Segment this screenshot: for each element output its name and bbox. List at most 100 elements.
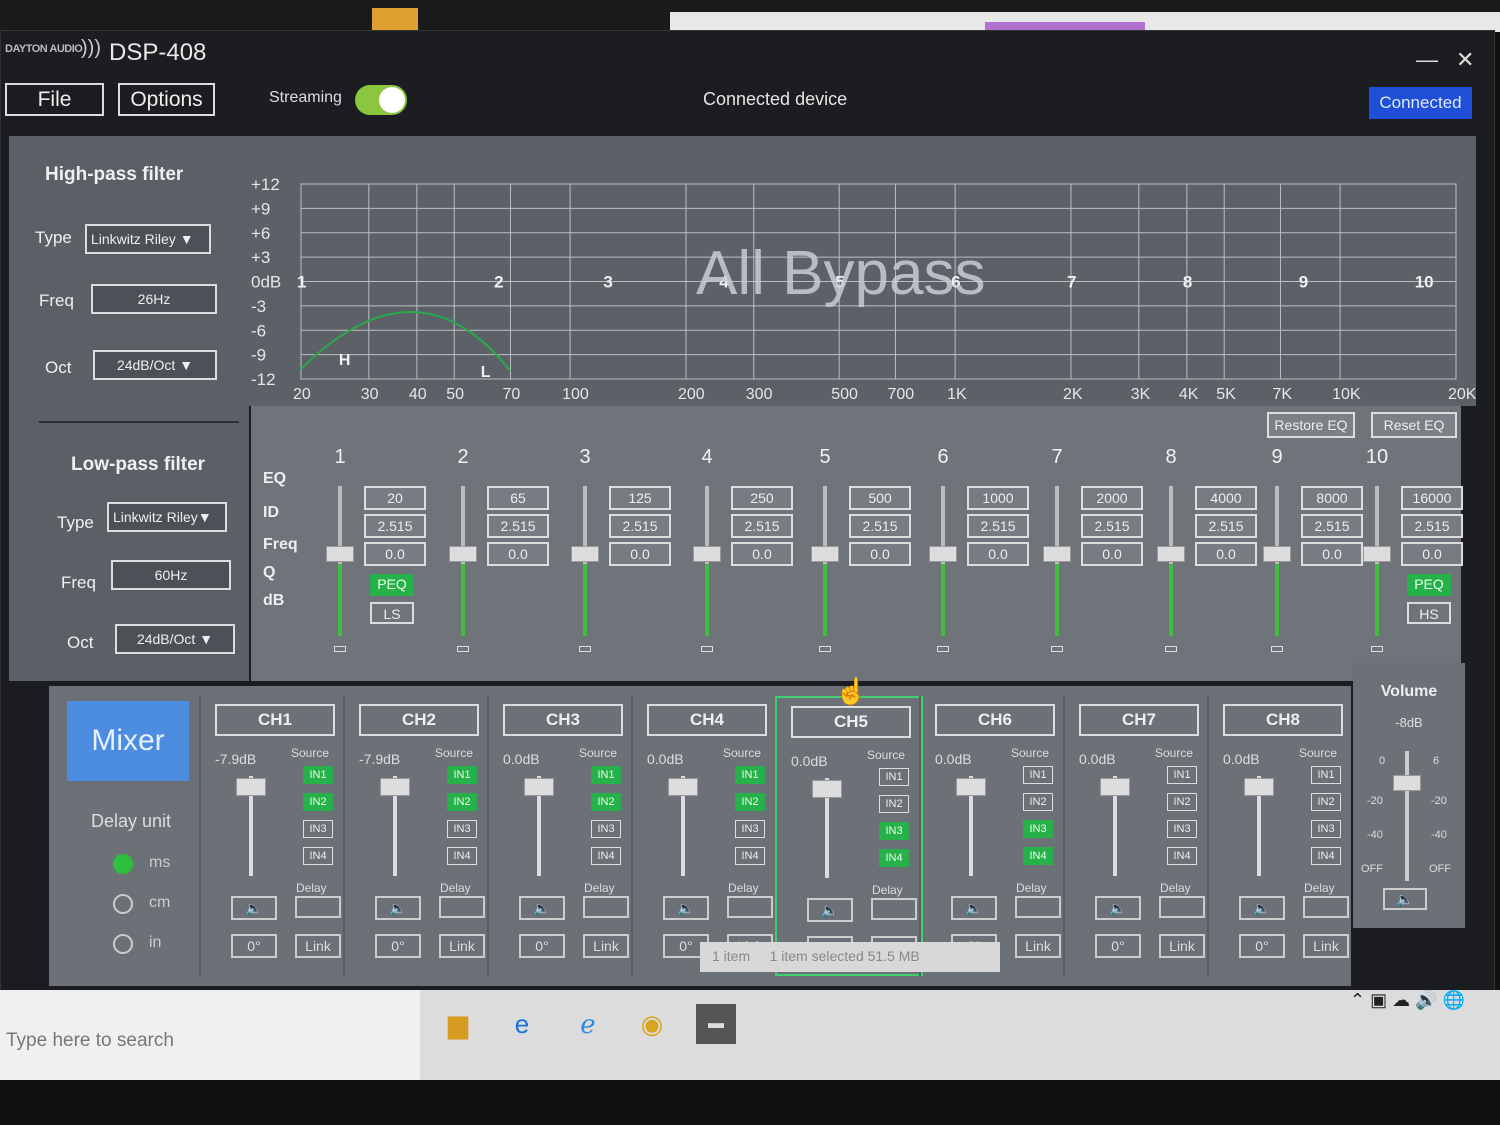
eq-gain-slider-handle[interactable] (1263, 546, 1291, 562)
channel-name[interactable]: CH7 (1079, 704, 1199, 736)
volume-mute-button[interactable]: 🔈 (1383, 888, 1427, 910)
dsp-app-taskbar-icon[interactable]: ▬ (696, 1004, 736, 1044)
channel-name[interactable]: CH4 (647, 704, 767, 736)
eq-gain-slider-handle[interactable] (571, 546, 599, 562)
network-icon[interactable]: ▣ (1370, 990, 1387, 1010)
source-input-toggle[interactable]: IN3 (1311, 820, 1341, 838)
channel-name[interactable]: CH5 (791, 706, 911, 738)
source-input-toggle[interactable]: IN3 (879, 822, 909, 840)
channel-fader-knob[interactable] (668, 778, 698, 796)
eq-shelf-button[interactable]: HS (1407, 602, 1451, 624)
highpass-oct-select[interactable]: 24dB/Oct ▼ (93, 350, 217, 380)
source-input-toggle[interactable]: IN3 (303, 820, 333, 838)
phase-button[interactable]: 0° (231, 934, 277, 958)
eq-db-field[interactable]: 0.0 (1301, 542, 1363, 566)
eq-freq-field[interactable]: 1000 (967, 486, 1029, 510)
delay-field[interactable] (295, 896, 341, 918)
channel-mute-button[interactable]: 🔈 (951, 896, 997, 920)
phase-button[interactable]: 0° (375, 934, 421, 958)
eq-freq-field[interactable]: 65 (487, 486, 549, 510)
eq-band-bypass-toggle[interactable] (701, 646, 713, 652)
eq-gain-slider-handle[interactable] (1157, 546, 1185, 562)
delay-unit-cm-radio[interactable] (113, 894, 133, 914)
eq-gain-slider-handle[interactable] (449, 546, 477, 562)
channel-mute-button[interactable]: 🔈 (231, 896, 277, 920)
channel-fader-knob[interactable] (380, 778, 410, 796)
restore-eq-button[interactable]: Restore EQ (1267, 412, 1355, 438)
eq-band-bypass-toggle[interactable] (819, 646, 831, 652)
eq-freq-field[interactable]: 4000 (1195, 486, 1257, 510)
channel-mute-button[interactable]: 🔈 (519, 896, 565, 920)
lowpass-type-select[interactable]: Linkwitz Riley▼ (107, 502, 227, 532)
connection-status-button[interactable]: Connected (1369, 87, 1472, 119)
delay-field[interactable] (1015, 896, 1061, 918)
eq-gain-slider-handle[interactable] (326, 546, 354, 562)
eq-type-peq-button[interactable]: PEQ (1407, 574, 1451, 596)
delay-field[interactable] (439, 896, 485, 918)
delay-unit-in-radio[interactable] (113, 934, 133, 954)
delay-unit-ms-radio[interactable] (113, 854, 133, 874)
eq-q-field[interactable]: 2.515 (1301, 514, 1363, 538)
source-input-toggle[interactable]: IN1 (1311, 766, 1341, 784)
eq-db-field[interactable]: 0.0 (609, 542, 671, 566)
taskbar-search-box[interactable]: Type here to search (0, 990, 420, 1080)
volume-slider-knob[interactable] (1393, 775, 1421, 791)
eq-band-bypass-toggle[interactable] (937, 646, 949, 652)
eq-freq-field[interactable]: 20 (364, 486, 426, 510)
eq-db-field[interactable]: 0.0 (731, 542, 793, 566)
close-button[interactable]: ✕ (1456, 47, 1474, 73)
source-input-toggle[interactable]: IN1 (1023, 766, 1053, 784)
eq-freq-field[interactable]: 250 (731, 486, 793, 510)
mixer-button[interactable]: Mixer (67, 701, 189, 781)
eq-band-bypass-toggle[interactable] (1271, 646, 1283, 652)
cloud-icon[interactable]: ☁ (1392, 990, 1410, 1010)
source-input-toggle[interactable]: IN2 (591, 793, 621, 811)
volume-icon[interactable]: 🔊 (1415, 990, 1437, 1010)
eq-band-bypass-toggle[interactable] (579, 646, 591, 652)
eq-shelf-button[interactable]: LS (370, 602, 414, 624)
eq-q-field[interactable]: 2.515 (1081, 514, 1143, 538)
channel-mute-button[interactable]: 🔈 (663, 896, 709, 920)
source-input-toggle[interactable]: IN3 (735, 820, 765, 838)
chrome-icon[interactable]: ◉ (632, 1004, 672, 1044)
source-input-toggle[interactable]: IN1 (447, 766, 477, 784)
source-input-toggle[interactable]: IN3 (1023, 820, 1053, 838)
link-button[interactable]: Link (1015, 934, 1061, 958)
eq-freq-field[interactable]: 125 (609, 486, 671, 510)
source-input-toggle[interactable]: IN2 (1167, 793, 1197, 811)
phase-button[interactable]: 0° (519, 934, 565, 958)
channel-mute-button[interactable]: 🔈 (1239, 896, 1285, 920)
source-input-toggle[interactable]: IN4 (447, 847, 477, 865)
source-input-toggle[interactable]: IN4 (1167, 847, 1197, 865)
eq-freq-field[interactable]: 2000 (1081, 486, 1143, 510)
source-input-toggle[interactable]: IN1 (879, 768, 909, 786)
channel-name[interactable]: CH1 (215, 704, 335, 736)
eq-db-field[interactable]: 0.0 (1401, 542, 1463, 566)
link-button[interactable]: Link (295, 934, 341, 958)
file-menu[interactable]: File (5, 83, 104, 116)
source-input-toggle[interactable]: IN2 (1311, 793, 1341, 811)
eq-db-field[interactable]: 0.0 (967, 542, 1029, 566)
source-input-toggle[interactable]: IN4 (879, 849, 909, 867)
source-input-toggle[interactable]: IN2 (1023, 793, 1053, 811)
source-input-toggle[interactable]: IN1 (303, 766, 333, 784)
lowpass-freq-field[interactable]: 60Hz (111, 560, 231, 590)
channel-fader-knob[interactable] (1100, 778, 1130, 796)
delay-field[interactable] (1303, 896, 1349, 918)
eq-q-field[interactable]: 2.515 (364, 514, 426, 538)
volume-slider-track[interactable] (1405, 751, 1409, 881)
channel-fader-knob[interactable] (1244, 778, 1274, 796)
eq-db-field[interactable]: 0.0 (1081, 542, 1143, 566)
eq-gain-slider-handle[interactable] (693, 546, 721, 562)
channel-name[interactable]: CH3 (503, 704, 623, 736)
source-input-toggle[interactable]: IN4 (1023, 847, 1053, 865)
source-input-toggle[interactable]: IN4 (303, 847, 333, 865)
eq-band-bypass-toggle[interactable] (1051, 646, 1063, 652)
link-button[interactable]: Link (583, 934, 629, 958)
eq-q-field[interactable]: 2.515 (609, 514, 671, 538)
eq-band-bypass-toggle[interactable] (457, 646, 469, 652)
source-input-toggle[interactable]: IN2 (447, 793, 477, 811)
source-input-toggle[interactable]: IN3 (591, 820, 621, 838)
eq-db-field[interactable]: 0.0 (849, 542, 911, 566)
link-button[interactable]: Link (1303, 934, 1349, 958)
